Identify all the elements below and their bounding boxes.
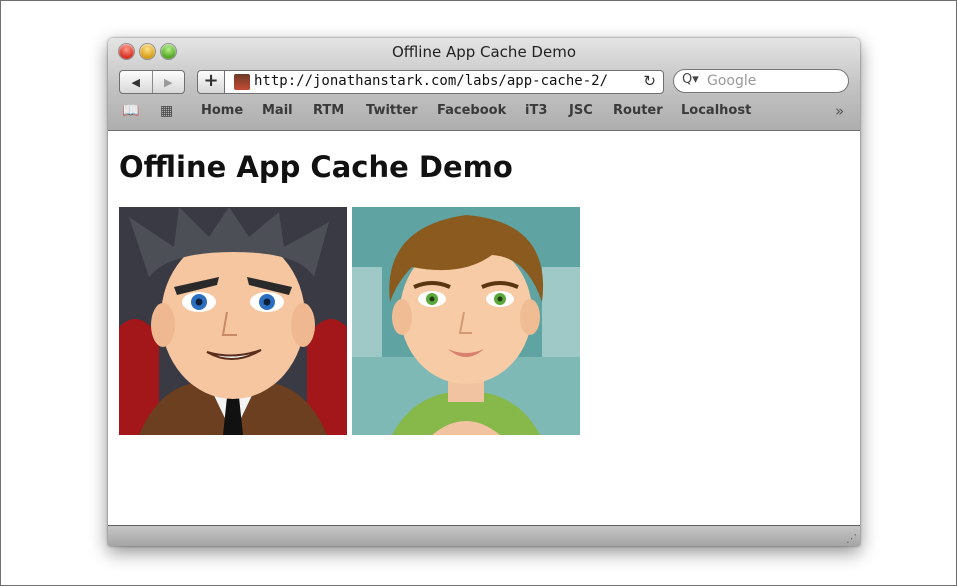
address-bar[interactable]: http://jonathanstark.com/labs/app-cache-… [224,70,664,94]
bookmark-twitter[interactable]: Twitter [366,103,418,123]
bookmark-jsc[interactable]: JSC [569,103,593,123]
bookmarks-overflow-icon[interactable]: » [835,102,844,120]
bookmark-it3[interactable]: iT3 [525,103,547,123]
history-buttons: ◀ ▶ [119,70,185,94]
bookmark-mail[interactable]: Mail [262,103,293,123]
url-text[interactable]: http://jonathanstark.com/labs/app-cache-… [254,73,608,89]
forward-button[interactable]: ▶ [151,71,185,93]
back-button[interactable]: ◀ [120,71,152,93]
page-heading: Offline App Cache Demo [119,150,513,184]
female-avatar-image [352,207,580,435]
window-chrome: Offline App Cache Demo ◀ ▶ + http://jona… [108,38,860,131]
bookmark-home[interactable]: Home [201,103,243,123]
page-content: Offline App Cache Demo [108,131,860,525]
favicon-icon [234,74,250,90]
bookmark-router[interactable]: Router [613,103,663,123]
search-placeholder: Google [707,73,757,89]
status-bar: ⋰ [108,525,860,546]
reload-button[interactable]: ↻ [643,72,656,90]
search-field[interactable]: Q▾ Google [673,69,849,93]
bookmarks-book-icon[interactable]: 📖 [122,103,139,119]
male-avatar-image [119,207,347,435]
bookmark-facebook[interactable]: Facebook [437,103,506,123]
browser-window: Offline App Cache Demo ◀ ▶ + http://jona… [108,38,860,546]
window-title: Offline App Cache Demo [391,43,577,61]
bookmark-localhost[interactable]: Localhost [681,103,751,123]
search-icon[interactable]: Q▾ [682,72,699,87]
screenshot-frame: Offline App Cache Demo ◀ ▶ + http://jona… [0,0,957,586]
resize-grip-icon[interactable]: ⋰ [846,532,857,545]
bookmark-rtm[interactable]: RTM [313,103,344,123]
add-bookmark-button[interactable]: + [197,70,225,94]
top-sites-grid-icon[interactable]: ▦ [160,103,173,119]
